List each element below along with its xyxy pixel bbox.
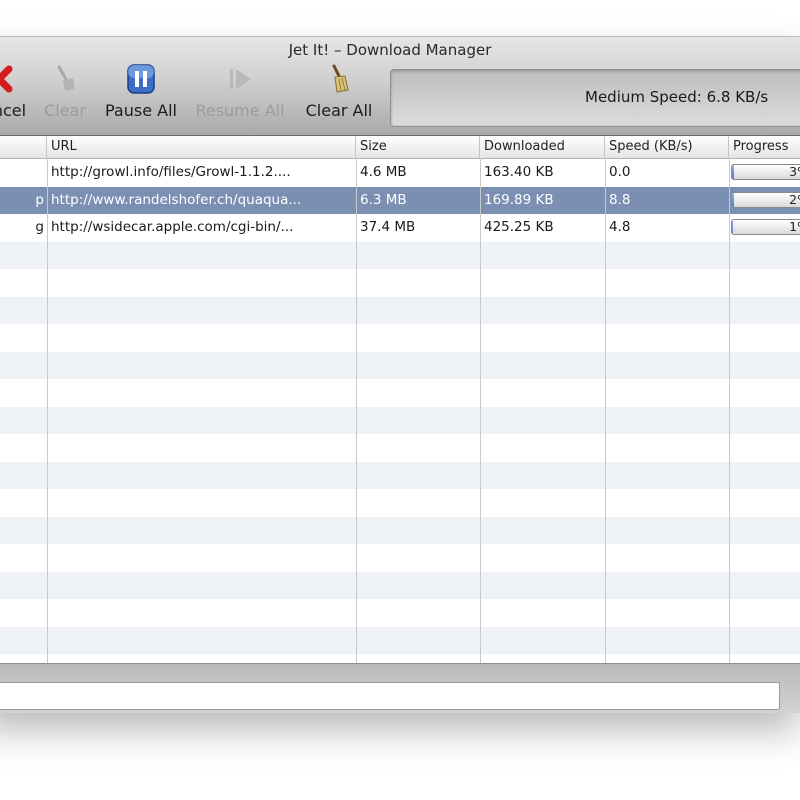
filename-cell xyxy=(0,159,47,187)
url-cell: http://www.randelshofer.ch/quaqua... xyxy=(51,191,302,208)
size-cell: 6.3 MB xyxy=(360,191,407,208)
empty-row xyxy=(0,241,800,269)
progress-fill xyxy=(732,192,734,207)
progress-percent: 3% xyxy=(789,164,800,179)
empty-row xyxy=(0,626,800,654)
column-divider xyxy=(356,158,357,663)
cancel-x-icon xyxy=(0,63,15,95)
progress-cell: 1% xyxy=(729,214,800,242)
downloads-table[interactable]: URL Size Downloaded Speed (KB/s) Progres… xyxy=(0,136,800,663)
resume-all-label: Resume All xyxy=(195,101,285,120)
progress-cell: 3% xyxy=(729,159,800,187)
progress-bar: 2% xyxy=(731,191,800,208)
downloaded-cell: 169.89 KB xyxy=(484,191,554,208)
pause-icon xyxy=(125,63,157,95)
column-header-name[interactable] xyxy=(0,136,47,158)
progress-percent: 1% xyxy=(789,219,800,234)
filename-cell: p xyxy=(35,191,44,208)
column-header-speed[interactable]: Speed (KB/s) xyxy=(605,136,729,158)
progress-bar: 3% xyxy=(731,164,800,180)
window-title: Jet It! – Download Manager xyxy=(288,41,492,59)
table-row-selected[interactable]: p http://www.randelshofer.ch/quaqua... 6… xyxy=(0,186,800,215)
url-cell: http://growl.info/files/Growl-1.1.2.... xyxy=(51,164,291,180)
empty-row xyxy=(0,324,800,352)
broom-icon xyxy=(49,63,81,95)
table-row[interactable]: http://growl.info/files/Growl-1.1.2.... … xyxy=(0,159,800,187)
resume-all-button[interactable]: Resume All xyxy=(190,63,290,127)
filename-cell: g xyxy=(35,219,44,235)
column-header-url[interactable]: URL xyxy=(47,136,356,158)
clear-label: Clear xyxy=(44,101,86,120)
cancel-button[interactable]: Cancel xyxy=(0,63,34,127)
column-header-progress[interactable]: Progress xyxy=(729,136,800,158)
downloaded-cell: 425.25 KB xyxy=(484,219,554,235)
pause-all-label: Pause All xyxy=(105,101,177,120)
empty-row xyxy=(0,489,800,517)
size-cell: 4.6 MB xyxy=(360,164,407,180)
download-manager-window: Jet It! – Download Manager Cancel Clear xyxy=(0,37,800,713)
play-icon xyxy=(224,63,256,95)
toolbar: Jet It! – Download Manager Cancel Clear xyxy=(0,37,800,136)
table-header: URL Size Downloaded Speed (KB/s) Progres… xyxy=(0,136,800,159)
status-field[interactable] xyxy=(0,682,780,710)
progress-percent: 2% xyxy=(789,191,800,207)
downloaded-cell: 163.40 KB xyxy=(484,164,554,180)
speed-cell: 4.8 xyxy=(609,219,631,235)
speed-cell: 8.8 xyxy=(609,191,631,208)
empty-row xyxy=(0,379,800,407)
progress-cell: 2% xyxy=(729,187,800,215)
broom-icon xyxy=(323,63,355,95)
empty-row xyxy=(0,599,800,627)
empty-row xyxy=(0,406,800,434)
url-cell: http://wsidecar.apple.com/cgi-bin/... xyxy=(51,219,294,235)
empty-row xyxy=(0,351,800,379)
empty-row xyxy=(0,516,800,544)
pause-all-button[interactable]: Pause All xyxy=(99,63,183,127)
column-header-size[interactable]: Size xyxy=(356,136,480,158)
empty-row xyxy=(0,269,800,297)
speed-cell: 0.0 xyxy=(609,164,631,180)
column-divider xyxy=(605,158,606,663)
clear-all-label: Clear All xyxy=(305,101,373,120)
clear-button[interactable]: Clear xyxy=(40,63,90,127)
clear-all-button[interactable]: Clear All xyxy=(300,63,378,127)
cancel-label: Cancel xyxy=(0,101,27,120)
speed-status-box: Medium Speed: 6.8 KB/s xyxy=(390,69,800,127)
bottom-bar xyxy=(0,663,800,713)
empty-row xyxy=(0,571,800,599)
column-divider xyxy=(729,158,730,663)
size-cell: 37.4 MB xyxy=(360,219,416,235)
column-divider xyxy=(47,158,48,663)
column-header-downloaded[interactable]: Downloaded xyxy=(480,136,605,158)
table-row[interactable]: g http://wsidecar.apple.com/cgi-bin/... … xyxy=(0,214,800,242)
empty-row xyxy=(0,461,800,489)
progress-fill xyxy=(732,220,733,234)
progress-fill xyxy=(732,165,735,179)
table-body: http://growl.info/files/Growl-1.1.2.... … xyxy=(0,159,800,654)
empty-row xyxy=(0,434,800,462)
column-divider xyxy=(480,158,481,663)
progress-bar: 1% xyxy=(731,219,800,235)
speed-status-text: Medium Speed: 6.8 KB/s xyxy=(585,88,769,106)
empty-row xyxy=(0,544,800,572)
empty-row xyxy=(0,296,800,324)
